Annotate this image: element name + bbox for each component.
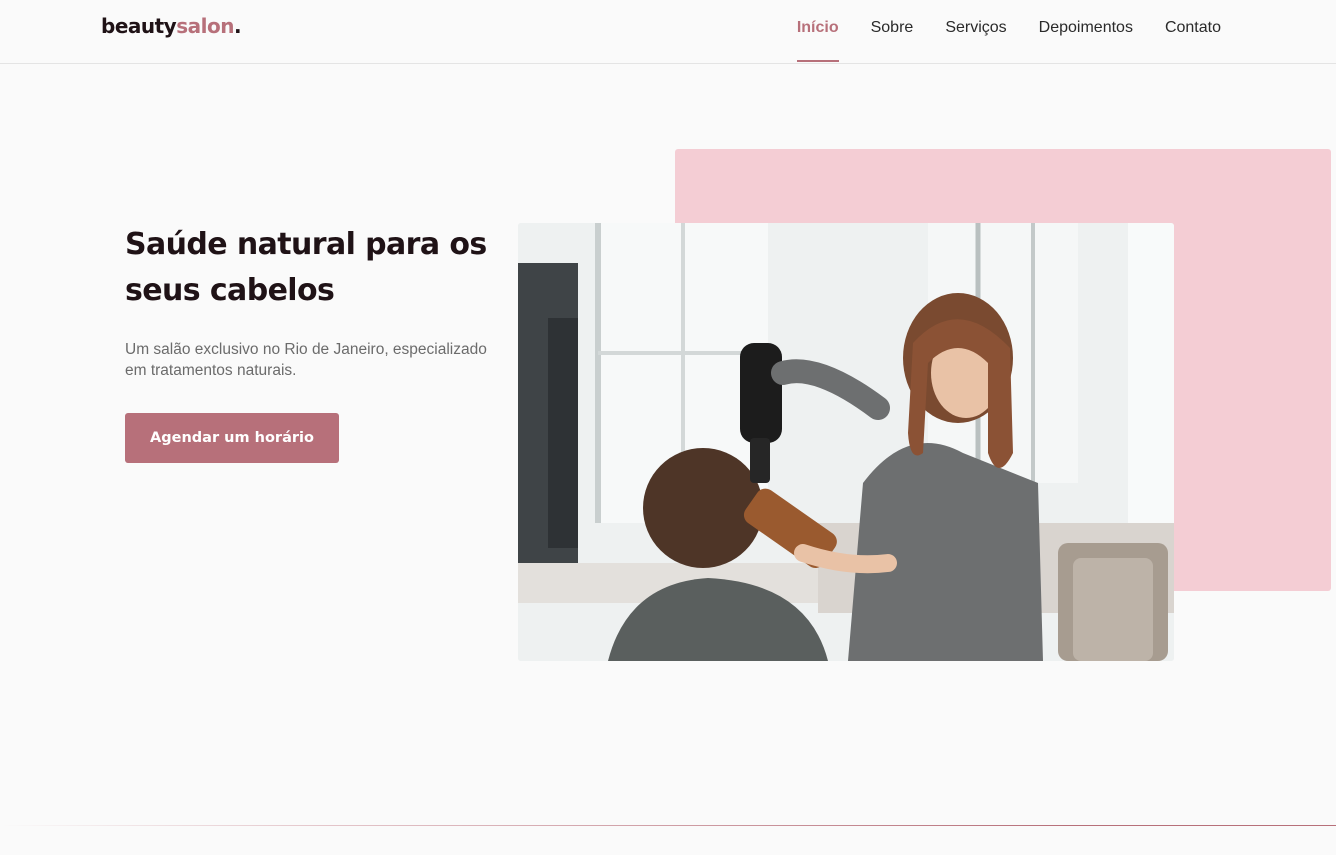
nav-item-servicos[interactable]: Serviços bbox=[945, 0, 1006, 64]
schedule-button[interactable]: Agendar um horário bbox=[125, 413, 339, 463]
nav-item-contato[interactable]: Contato bbox=[1165, 0, 1221, 64]
hero-photo-illustration bbox=[518, 223, 1174, 661]
logo-main: beauty bbox=[101, 14, 177, 38]
hero-subtitle: Um salão exclusivo no Rio de Janeiro, es… bbox=[125, 341, 487, 379]
nav-item-sobre[interactable]: Sobre bbox=[871, 0, 914, 64]
logo[interactable]: beautysalon. bbox=[101, 14, 242, 38]
logo-dot: . bbox=[233, 14, 242, 38]
section-divider bbox=[0, 825, 1336, 826]
logo-accent: salon bbox=[176, 14, 234, 38]
site-header: beautysalon. Início Sobre Serviços Depoi… bbox=[0, 0, 1336, 64]
nav-item-inicio[interactable]: Início bbox=[796, 0, 839, 64]
main-nav: Início Sobre Serviços Depoimentos Contat… bbox=[796, 0, 1221, 64]
nav-item-depoimentos[interactable]: Depoimentos bbox=[1039, 0, 1133, 64]
hero-photo bbox=[518, 223, 1174, 661]
hero-title: Saúde natural para os seus cabelos bbox=[125, 227, 487, 308]
